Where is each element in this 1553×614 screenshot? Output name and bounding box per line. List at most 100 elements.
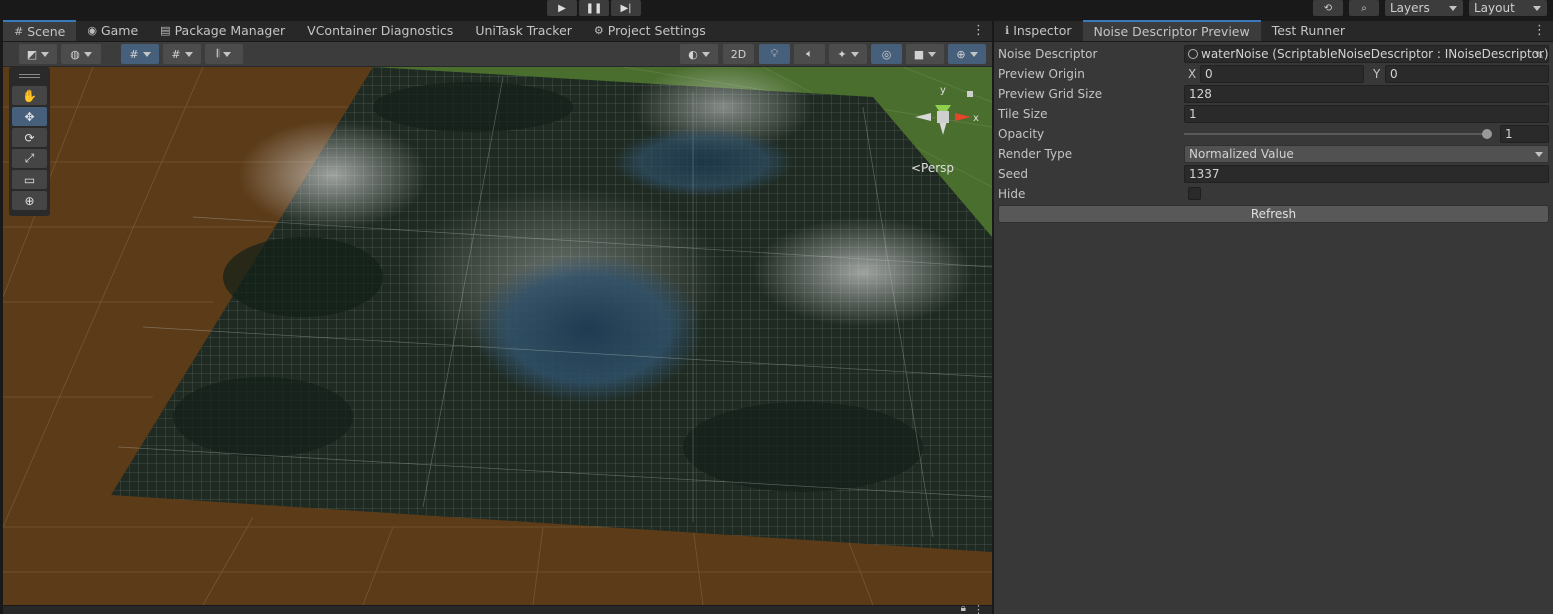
kebab-menu-icon[interactable]: ⋮ (973, 603, 984, 614)
grid-icon: # (14, 25, 24, 38)
search-button[interactable]: ⌕ (1349, 0, 1379, 16)
preview-origin-y-field[interactable]: 0 (1385, 65, 1549, 83)
ruler-dropdown[interactable]: 𝄃 (205, 44, 243, 64)
toggle-2d-button[interactable]: 2D (723, 44, 754, 64)
preview-grid-size-field[interactable]: 128 (1184, 85, 1549, 103)
play-button[interactable]: ▶ (547, 0, 577, 16)
tab-scene[interactable]: # Scene (3, 20, 77, 41)
overlay-dropdown[interactable]: ◐ (680, 44, 718, 64)
play-icon: ▶ (558, 2, 566, 14)
increment-snap-dropdown[interactable]: # (163, 44, 201, 64)
tab-inspector[interactable]: ℹ Inspector (994, 20, 1083, 41)
axis-x-label: X (1188, 67, 1197, 81)
refresh-button[interactable]: Refresh (998, 205, 1549, 223)
circle-icon: ◐ (688, 47, 698, 61)
package-icon: ▤ (160, 24, 171, 37)
globe-icon: ◍ (70, 47, 80, 61)
history-icon: ⟲ (1323, 2, 1333, 14)
grid-snap-icon: # (129, 47, 139, 61)
rotate-tool[interactable]: ⟳ (12, 128, 47, 147)
scene-viewport[interactable]: ✋ ✥ ⟳ ⤢ ▭ ⊕ y x <Persp (3, 67, 992, 605)
layers-dropdown[interactable]: Layers (1385, 0, 1463, 16)
gizmo-x-label: x (973, 113, 979, 124)
field-label: Preview Origin (998, 67, 1085, 81)
tab-game[interactable]: ◉ Game (76, 20, 149, 41)
move-tool[interactable]: ✥ (12, 107, 47, 126)
projection-label[interactable]: <Persp (911, 161, 954, 175)
lighting-toggle[interactable]: 💡︎ (759, 44, 790, 64)
camera-dropdown[interactable]: ■ (906, 44, 944, 64)
snap-icon: # (171, 47, 181, 61)
tab-noise-descriptor-preview[interactable]: Noise Descriptor Preview (1082, 20, 1261, 41)
noise-descriptor-row: Noise Descriptor waterNoise (ScriptableN… (998, 44, 1549, 64)
rect-tool[interactable]: ▭ (12, 170, 47, 189)
effects-icon: ✦ (837, 47, 847, 61)
noise-preview-panel: ℹ Inspector Noise Descriptor Preview Tes… (994, 20, 1553, 614)
hand-icon: ✋ (22, 88, 37, 103)
terrain-render (3, 67, 992, 605)
orientation-gizmo[interactable]: y x (903, 77, 983, 157)
gizmo-icon: ⊕ (956, 47, 966, 61)
top-toolbar: ▶ ❚❚ ▶| ⟲ ⌕ Layers Layout (0, 0, 1553, 20)
object-picker-icon[interactable]: ✎ (1535, 48, 1544, 62)
preview-origin-x-field[interactable]: 0 (1200, 65, 1364, 83)
opacity-slider-handle[interactable] (1482, 129, 1492, 139)
scene-bottom-bar: 🔒︎ ⋮ (3, 603, 992, 614)
object-icon (1188, 49, 1198, 59)
effects-dropdown[interactable]: ✦ (829, 44, 867, 64)
tile-size-field[interactable]: 1 (1184, 105, 1549, 123)
step-button[interactable]: ▶| (611, 0, 641, 16)
field-label: Opacity (998, 127, 1045, 141)
gizmo-y-label: y (940, 85, 946, 96)
tab-test-runner[interactable]: Test Runner (1261, 20, 1356, 41)
render-type-dropdown[interactable]: Normalized Value (1184, 145, 1549, 163)
scale-icon: ⤢ (24, 151, 35, 165)
grid-snap-dropdown[interactable]: # (121, 44, 159, 64)
seed-row: Seed 1337 (998, 164, 1549, 184)
camera-icon: ■ (913, 47, 925, 61)
kebab-menu-icon[interactable]: ⋮ (972, 20, 992, 41)
tab-vcontainer-diagnostics[interactable]: VContainer Diagnostics (296, 20, 464, 41)
audio-toggle[interactable]: 🔈︎ (794, 44, 825, 64)
eye-off-icon: ◎ (881, 47, 892, 61)
search-icon: ⌕ (1361, 2, 1367, 14)
history-button[interactable]: ⟲ (1313, 0, 1343, 16)
tile-size-row: Tile Size 1 (998, 104, 1549, 124)
hand-tool[interactable]: ✋ (12, 86, 47, 105)
opacity-row: Opacity 1 (998, 124, 1549, 144)
tab-label: UniTask Tracker (475, 23, 572, 38)
hidden-objects-toggle[interactable]: ◎ (871, 44, 902, 64)
draw-mode-dropdown[interactable]: ◩ (19, 44, 57, 64)
global-local-dropdown[interactable]: ◍ (61, 44, 101, 64)
tab-label: Test Runner (1271, 23, 1346, 38)
tab-unitask-tracker[interactable]: UniTask Tracker (464, 20, 583, 41)
tab-package-manager[interactable]: ▤ Package Manager (149, 20, 296, 41)
opacity-field[interactable]: 1 (1500, 125, 1549, 143)
preview-origin-row: Preview Origin X 0 Y 0 (998, 64, 1549, 84)
lock-icon[interactable]: 🔒︎ (961, 603, 966, 614)
scale-tool[interactable]: ⤢ (12, 149, 47, 168)
tab-project-settings[interactable]: ⚙ Project Settings (583, 20, 717, 41)
transform-tool[interactable]: ⊕ (12, 191, 47, 210)
scene-tab-bar: # Scene ◉ Game ▤ Package Manager VContai… (3, 20, 992, 42)
kebab-menu-icon[interactable]: ⋮ (1533, 20, 1553, 41)
opacity-slider-track[interactable] (1184, 133, 1487, 135)
grid-size-row: Preview Grid Size 128 (998, 84, 1549, 104)
scene-panel: # Scene ◉ Game ▤ Package Manager VContai… (3, 20, 992, 614)
pause-button[interactable]: ❚❚ (579, 0, 609, 16)
info-icon: ℹ (1005, 24, 1010, 37)
gamepad-icon: ◉ (87, 24, 97, 37)
inspector-fields: Noise Descriptor waterNoise (ScriptableN… (994, 42, 1553, 223)
lock-icon (967, 91, 973, 97)
top-right-controls: ⟲ ⌕ Layers Layout (1313, 0, 1547, 16)
noise-descriptor-field[interactable]: waterNoise (ScriptableNoiseDescriptor : … (1184, 45, 1549, 63)
layout-dropdown[interactable]: Layout (1469, 0, 1547, 16)
lightbulb-icon: 💡︎ (770, 47, 779, 60)
gizmos-dropdown[interactable]: ⊕ (948, 44, 986, 64)
render-type-row: Render Type Normalized Value (998, 144, 1549, 164)
step-icon: ▶| (620, 2, 632, 14)
field-label: Hide (998, 187, 1026, 201)
seed-field[interactable]: 1337 (1184, 165, 1549, 183)
hide-checkbox[interactable] (1188, 187, 1201, 200)
drag-handle-icon[interactable] (12, 71, 47, 81)
